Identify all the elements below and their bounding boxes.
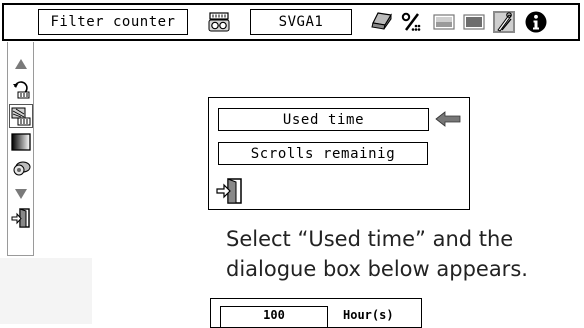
- caption-line-2: dialogue box below appears.: [226, 257, 528, 281]
- info-icon[interactable]: [524, 10, 548, 34]
- caption-line-1: Select “Used time” and the: [226, 227, 514, 251]
- color-swatch-icon[interactable]: [11, 132, 31, 152]
- setting-icon[interactable]: [492, 10, 516, 34]
- selection-arrow-icon: [435, 109, 461, 129]
- exit-icon[interactable]: [11, 208, 31, 228]
- scrolls-remaining-option[interactable]: Scrolls remainig: [218, 142, 428, 165]
- background-region: [0, 258, 92, 324]
- screen-icon[interactable]: [462, 10, 486, 34]
- image-adjust-icon[interactable]: [400, 10, 424, 34]
- pc-adjust-icon[interactable]: [370, 10, 394, 34]
- filter-counter-panel: Used time Scrolls remainig: [208, 97, 470, 210]
- input-mode: SVGA1: [250, 9, 352, 35]
- used-time-option[interactable]: Used time: [218, 108, 429, 131]
- projector-icon[interactable]: [207, 10, 231, 34]
- instruction-caption: Select “Used time” and the dialogue box …: [226, 224, 582, 284]
- scroll-down-icon[interactable]: [11, 184, 31, 204]
- lamp-counter-icon[interactable]: [11, 158, 31, 178]
- image-icon[interactable]: [432, 10, 456, 34]
- menu-bar: Filter counter SVGA1: [2, 3, 580, 41]
- hours-unit-label: Hour(s): [343, 308, 394, 322]
- hours-value-field: 100: [220, 306, 328, 328]
- sub-menu-sidebar: [7, 42, 34, 256]
- scroll-up-icon[interactable]: [11, 54, 31, 74]
- filter-reset-icon[interactable]: [11, 80, 31, 100]
- menu-title: Filter counter: [38, 9, 188, 35]
- filter-counter-icon[interactable]: [9, 104, 33, 128]
- exit-icon[interactable]: [216, 178, 244, 204]
